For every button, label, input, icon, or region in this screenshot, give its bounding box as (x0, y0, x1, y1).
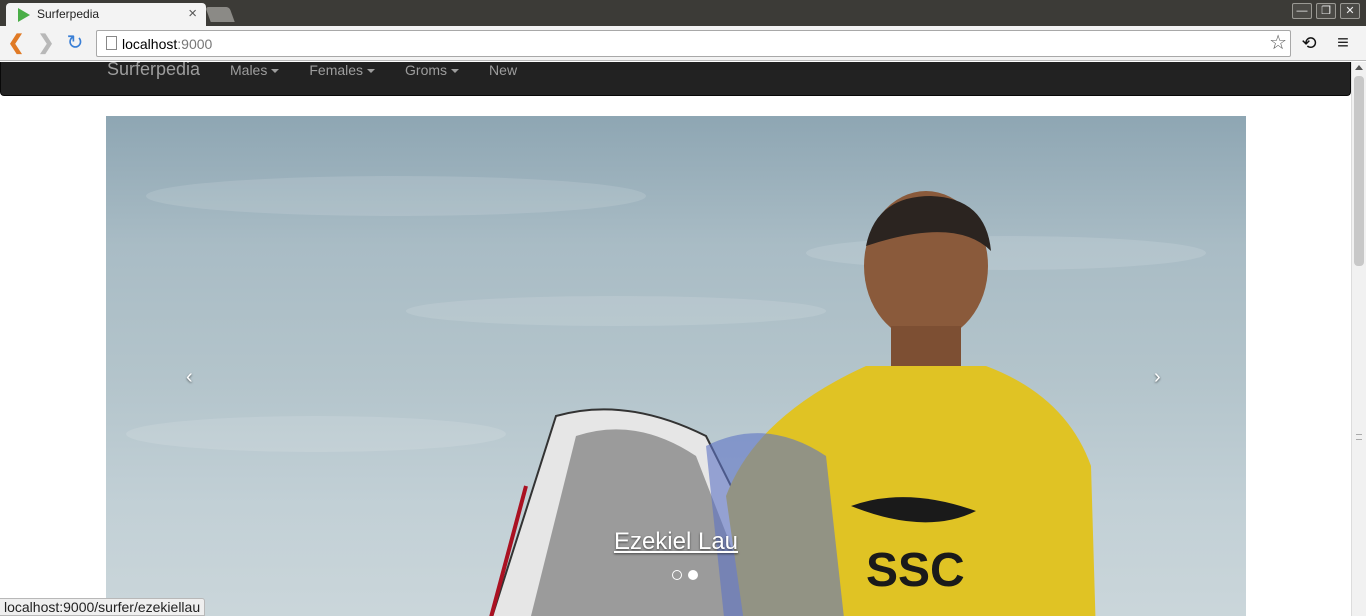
scroll-grip (1356, 434, 1362, 440)
site-navbar: Surferpedia Males Females Groms New (0, 62, 1351, 96)
reload-icon[interactable]: ↻ (63, 31, 87, 55)
carousel-indicators (672, 570, 698, 580)
tab-title: Surferpedia (37, 7, 100, 21)
nav-item-females[interactable]: Females (309, 62, 376, 78)
status-bar-url: localhost:9000/surfer/ezekiellau (0, 598, 206, 616)
address-bar[interactable]: localhost:9000 ☆ (96, 30, 1291, 57)
nav-items: Males Females Groms New (230, 62, 547, 78)
navbar-brand[interactable]: Surferpedia (107, 62, 200, 80)
menu-icon[interactable]: ≡ (1331, 31, 1355, 55)
play-favicon-icon (18, 8, 30, 22)
minimize-button[interactable]: — (1292, 3, 1312, 19)
page-scrollbar[interactable] (1351, 62, 1366, 616)
caret-down-icon (451, 69, 460, 74)
new-tab-button[interactable] (205, 7, 235, 22)
extension-icon[interactable]: ⟲ (1297, 31, 1321, 55)
bookmark-star-icon[interactable]: ☆ (1269, 32, 1287, 54)
page-viewport: Surferpedia Males Females Groms New SSC … (0, 62, 1351, 616)
forward-arrow-icon[interactable]: ❯ (34, 31, 58, 55)
carousel-indicator[interactable] (672, 570, 682, 580)
back-arrow-icon[interactable]: ❮ (4, 31, 28, 55)
caret-down-icon (367, 69, 376, 74)
surfer-carousel: SSC ‹ › Ezekiel Lau (106, 116, 1246, 616)
nav-item-groms[interactable]: Groms (405, 62, 460, 78)
url-text[interactable]: localhost:9000 (122, 36, 212, 52)
browser-titlebar: Surferpedia × — ❐ ✕ (0, 0, 1366, 26)
restore-button[interactable]: ❐ (1316, 3, 1336, 19)
close-window-button[interactable]: ✕ (1340, 3, 1360, 19)
caret-down-icon (271, 69, 280, 74)
carousel-caption[interactable]: Ezekiel Lau (106, 528, 1246, 556)
window-controls: — ❐ ✕ (1292, 3, 1360, 19)
nav-item-males[interactable]: Males (230, 62, 280, 78)
carousel-prev-button[interactable]: ‹ (186, 366, 193, 389)
tab-close-icon[interactable]: × (188, 5, 197, 23)
carousel-next-button[interactable]: › (1154, 366, 1161, 389)
carousel-indicator-active[interactable] (688, 570, 698, 580)
page-icon (106, 36, 117, 50)
tab-surferpedia[interactable]: Surferpedia × (6, 3, 206, 26)
browser-toolbar: ❮ ❯ ↻ localhost:9000 ☆ ⟲ ≡ (0, 26, 1366, 61)
scroll-thumb[interactable] (1354, 76, 1364, 266)
scroll-up-arrow-icon[interactable] (1355, 65, 1363, 70)
nav-item-new[interactable]: New (489, 62, 517, 78)
